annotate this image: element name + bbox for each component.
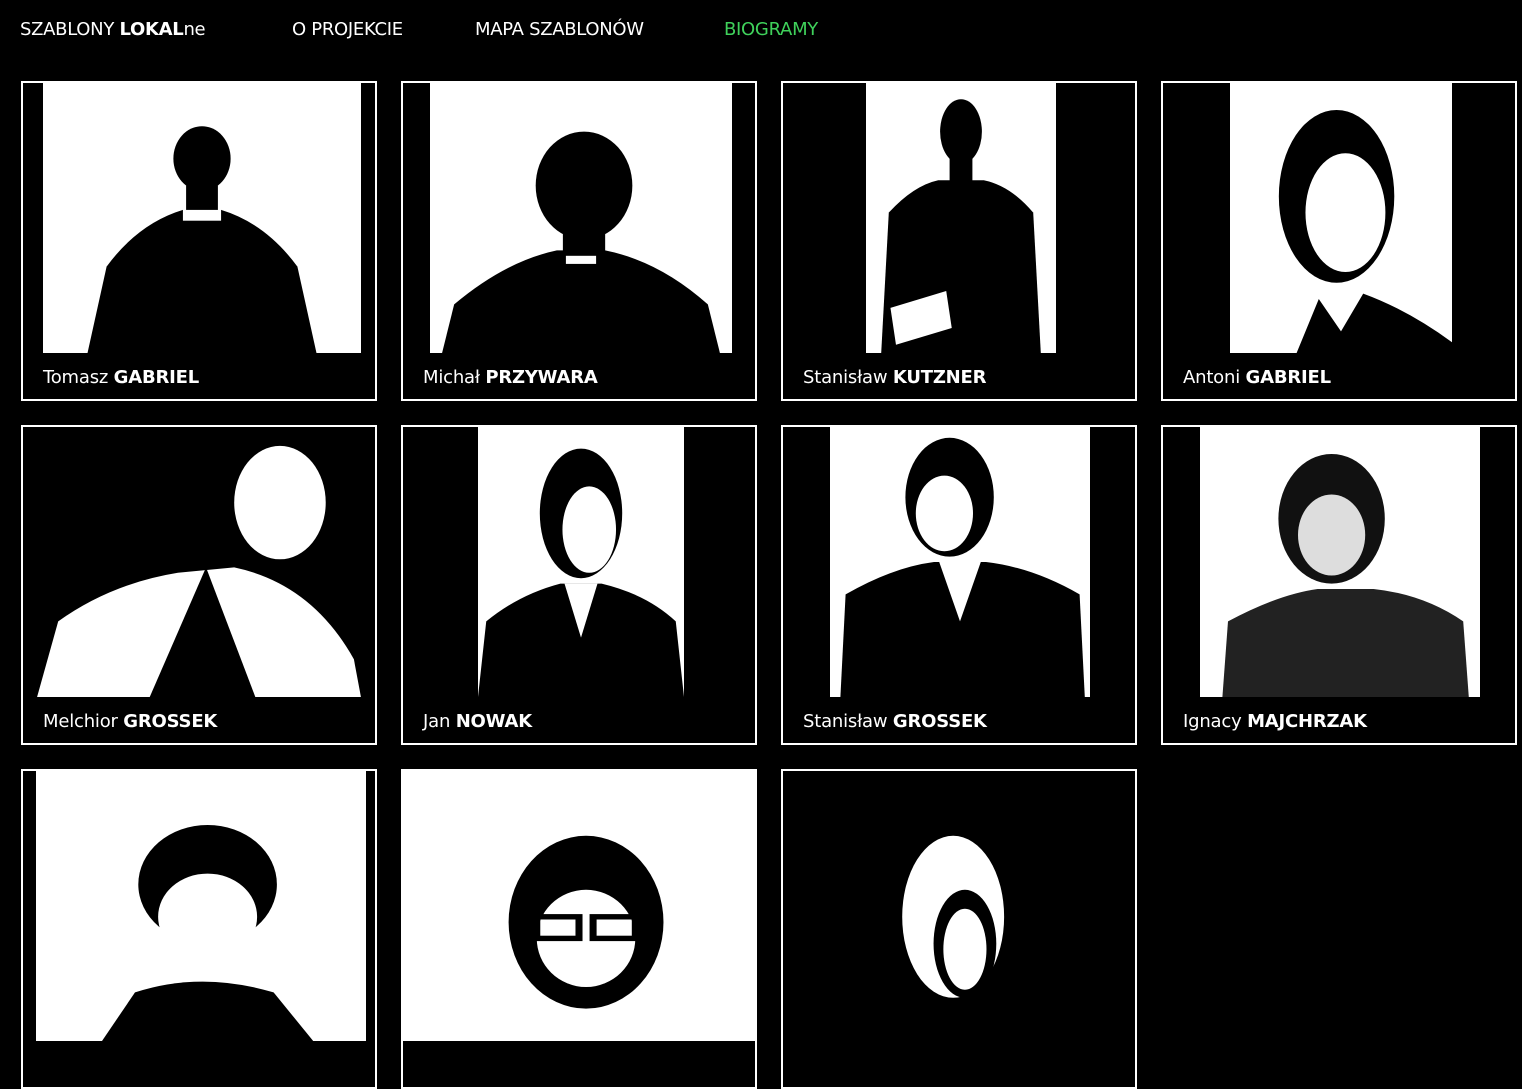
biography-card[interactable]: Michał PRZYWARA [401,81,757,401]
nav-link-biogramy[interactable]: BIOGRAMY [724,19,818,40]
biography-card[interactable]: Stanisław KUTZNER [781,81,1137,401]
biography-card[interactable] [781,769,1137,1089]
biography-card[interactable]: Melchior GROSSEK [21,425,377,745]
nav-link-o-projekcie[interactable]: O PROJEKCIE [292,19,403,40]
biography-card[interactable]: Stanisław GROSSEK [781,425,1137,745]
portrait-man-suit-icon [1200,427,1480,697]
portrait-young-man-icon [36,771,366,1041]
nav-link-mapa-szablonow[interactable]: MAPA SZABLONÓW [475,19,644,40]
person-name: Stanisław GROSSEK [803,711,987,732]
site-logo[interactable]: SZABLONY LOKALne [20,19,206,40]
portrait-priest-icon [43,83,361,353]
person-name: Antoni GABRIEL [1183,367,1331,388]
logo-text-bold: LOKAL [119,19,184,40]
portrait-seated-man-icon [866,83,1056,353]
person-name: Melchior GROSSEK [43,711,218,732]
biography-card[interactable]: Antoni GABRIEL [1161,81,1517,401]
person-name: Michał PRZYWARA [423,367,598,388]
portrait-priest-icon [430,83,732,353]
person-name: Tomasz GABRIEL [43,367,200,388]
biography-card[interactable]: Tomasz GABRIEL [21,81,377,401]
biography-card[interactable]: Jan NOWAK [401,425,757,745]
person-name: Stanisław KUTZNER [803,367,987,388]
logo-text-regular: SZABLONY [20,19,120,40]
portrait-woman-icon [863,771,1059,1041]
portrait-man-suit-icon [478,427,684,697]
portrait-woman-glasses-icon [403,771,755,1041]
biography-card[interactable] [401,769,757,1089]
person-name: Ignacy MAJCHRZAK [1183,711,1367,732]
portrait-older-man-icon [23,427,375,697]
biography-card[interactable]: Ignacy MAJCHRZAK [1161,425,1517,745]
biography-card[interactable] [21,769,377,1089]
person-name: Jan NOWAK [423,711,532,732]
logo-text-suffix: ne [183,19,206,40]
portrait-man-suit-icon [1230,83,1452,353]
portrait-man-suit-icon [830,427,1090,697]
top-navigation: SZABLONY LOKALne O PROJEKCIE MAPA SZABLO… [0,0,1522,60]
